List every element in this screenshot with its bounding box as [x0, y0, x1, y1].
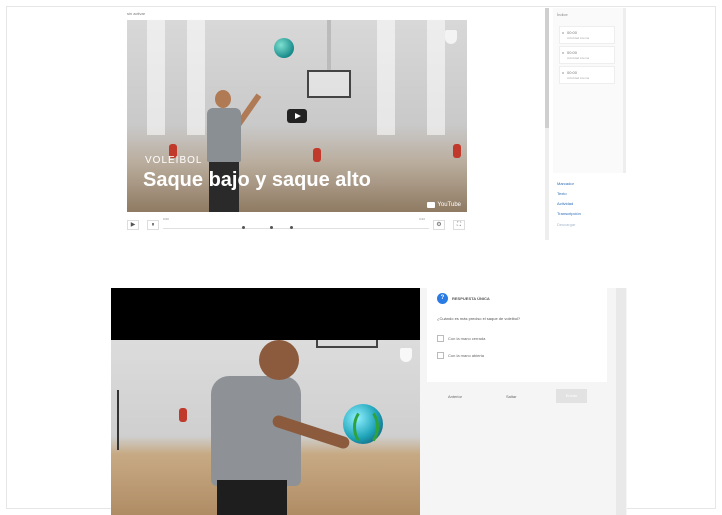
video-title: Saque bajo y saque alto [143, 169, 371, 191]
sidebar-link[interactable]: Marcador [557, 181, 574, 186]
fire-extinguisher [313, 148, 321, 162]
shield-icon [400, 348, 412, 362]
quiz-option[interactable]: Con la mano cerrada [437, 335, 577, 344]
gym-window [147, 20, 165, 136]
youtube-icon [427, 202, 436, 208]
volleyball [274, 38, 294, 58]
basketball-hoop [316, 340, 378, 348]
sidebar-link[interactable]: Texto [557, 191, 567, 196]
gym-window [377, 20, 395, 136]
player-body [211, 376, 301, 486]
video-category: VOLEIBOL [145, 155, 203, 166]
player [193, 90, 262, 212]
chapter-time: 00:00 [567, 50, 578, 55]
scrollbar-thumb[interactable] [545, 8, 549, 128]
sidebar-link[interactable]: Actividad [557, 201, 573, 206]
basketball-hoop [307, 70, 351, 98]
time-end: 3:23 [419, 217, 425, 221]
chapter-time: 00:00 [567, 70, 578, 75]
submit-button[interactable]: Enviar [556, 389, 587, 403]
time-start: 0:00 [163, 217, 169, 221]
bullet-icon [562, 52, 564, 54]
sidebar-label: Índice [557, 12, 568, 17]
pause-button[interactable]: ⏸ [147, 220, 159, 230]
youtube-logo[interactable]: YouTube [427, 202, 461, 208]
play-icon[interactable] [287, 109, 307, 123]
chapter-marker[interactable] [270, 226, 273, 229]
top-caption: sin activar [127, 11, 146, 16]
fullscreen-button[interactable]: ⛶ [453, 220, 465, 230]
video-scene [111, 340, 420, 515]
chapter-subtitle: Actividad interna [567, 76, 590, 80]
youtube-label: YouTube [437, 202, 461, 208]
fire-extinguisher [453, 144, 461, 158]
gym-window [427, 20, 445, 136]
chapter-card[interactable]: 00:00 Actividad interna [559, 46, 615, 64]
video-player-top[interactable]: VOLEIBOL Saque bajo y saque alto YouTube [127, 20, 467, 212]
basket-pole [327, 20, 331, 72]
skip-button[interactable]: Saltar [506, 394, 516, 399]
chapter-marker[interactable] [290, 226, 293, 229]
player-head [215, 90, 231, 108]
chapter-marker[interactable] [242, 226, 245, 229]
fire-extinguisher [179, 408, 187, 422]
sidebar-link[interactable]: Descargar [557, 222, 575, 227]
chapter-subtitle: Actividad interna [567, 36, 590, 40]
option-label: Con la mano abierta [448, 353, 485, 358]
chapters-sidebar: Índice 00:00 Actividad interna 00:00 Act… [545, 8, 627, 240]
settings-button[interactable]: ⚙ [433, 220, 445, 230]
video-controls: ▶ ⏸ 0:00 3:23 ⚙ ⛶ [127, 217, 467, 232]
player-legs [217, 480, 287, 515]
chapter-subtitle: Actividad interna [567, 56, 590, 60]
back-button[interactable]: Anterior [448, 394, 462, 399]
question-icon: ? [437, 293, 448, 304]
player-body [207, 108, 241, 162]
quiz-header: RESPUESTA ÚNICA [452, 296, 490, 301]
quiz-question: ¿Cuándo es más preciso el saque de volei… [437, 316, 521, 321]
quiz-option[interactable]: Con la mano abierta [437, 352, 577, 361]
chapter-card[interactable]: 00:00 Actividad interna [559, 26, 615, 44]
bullet-icon [562, 72, 564, 74]
bullet-icon [562, 32, 564, 34]
option-label: Con la mano cerrada [448, 336, 486, 341]
shield-icon [445, 30, 457, 44]
option-checkbox[interactable] [437, 335, 444, 342]
gym-equipment [117, 390, 135, 450]
chapter-time: 00:00 [567, 30, 578, 35]
play-button[interactable]: ▶ [127, 220, 139, 230]
video-player-bottom[interactable] [111, 288, 420, 515]
progress-track[interactable] [163, 228, 429, 229]
player-head [259, 340, 299, 380]
sidebar-scrollbar[interactable] [545, 8, 549, 240]
sidebar-link[interactable]: Transcripción [557, 211, 581, 216]
volleyball [343, 404, 383, 446]
chapter-card[interactable]: 00:00 Actividad interna [559, 66, 615, 84]
panel-edge [616, 288, 626, 515]
option-checkbox[interactable] [437, 352, 444, 359]
